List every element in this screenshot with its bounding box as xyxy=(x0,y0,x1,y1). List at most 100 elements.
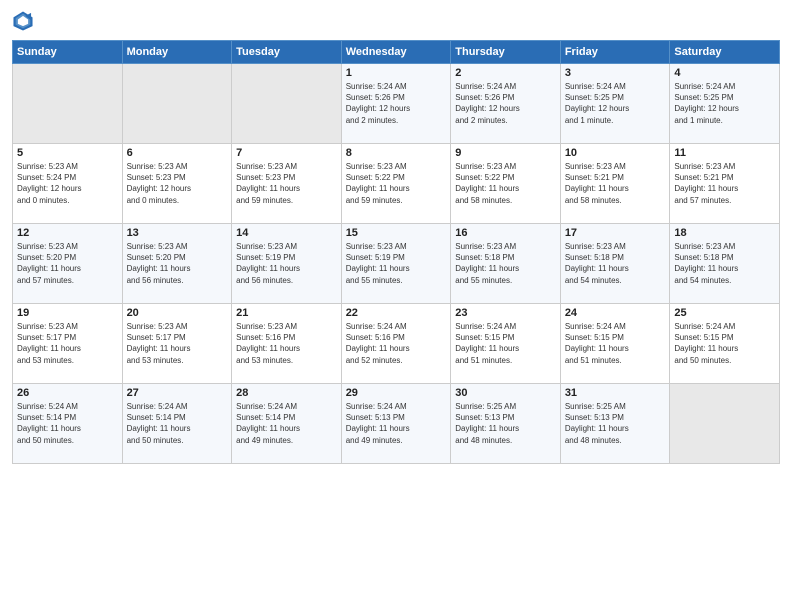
calendar-cell: 28 Sunrise: 5:24 AM Sunset: 5:14 PM Dayli… xyxy=(232,384,342,464)
day-info: Sunrise: 5:24 AM Sunset: 5:14 PM Dayligh… xyxy=(127,401,228,446)
day-info: Sunrise: 5:23 AM Sunset: 5:20 PM Dayligh… xyxy=(127,241,228,286)
day-number: 19 xyxy=(17,307,118,319)
day-info: Sunrise: 5:23 AM Sunset: 5:22 PM Dayligh… xyxy=(455,161,556,206)
calendar-week-5: 26 Sunrise: 5:24 AM Sunset: 5:14 PM Dayli… xyxy=(13,384,780,464)
calendar-cell: 5 Sunrise: 5:23 AM Sunset: 5:24 PM Daylig… xyxy=(13,144,123,224)
weekday-header-row: SundayMondayTuesdayWednesdayThursdayFrid… xyxy=(13,41,780,64)
day-number: 11 xyxy=(674,147,775,159)
day-number: 21 xyxy=(236,307,337,319)
day-number: 15 xyxy=(346,227,447,239)
day-info: Sunrise: 5:23 AM Sunset: 5:18 PM Dayligh… xyxy=(565,241,666,286)
calendar-cell: 14 Sunrise: 5:23 AM Sunset: 5:19 PM Dayli… xyxy=(232,224,342,304)
day-number: 29 xyxy=(346,387,447,399)
day-info: Sunrise: 5:23 AM Sunset: 5:19 PM Dayligh… xyxy=(236,241,337,286)
calendar-week-3: 12Sunrise: 5:23 AM Sunset: 5:20 PM Dayli… xyxy=(13,224,780,304)
day-info: Sunrise: 5:24 AM Sunset: 5:14 PM Dayligh… xyxy=(236,401,337,446)
day-number: 4 xyxy=(674,67,775,79)
day-info: Sunrise: 5:23 AM Sunset: 5:17 PM Dayligh… xyxy=(17,321,118,366)
calendar-cell: 6Sunrise: 5:23 AM Sunset: 5:23 PM Daylig… xyxy=(122,144,232,224)
day-info: Sunrise: 5:23 AM Sunset: 5:21 PM Dayligh… xyxy=(565,161,666,206)
day-info: Sunrise: 5:24 AM Sunset: 5:16 PM Dayligh… xyxy=(346,321,447,366)
day-number: 9 xyxy=(455,147,556,159)
day-number: 7 xyxy=(236,147,337,159)
day-number: 13 xyxy=(127,227,228,239)
day-info: Sunrise: 5:25 AM Sunset: 5:13 PM Dayligh… xyxy=(565,401,666,446)
calendar-cell: 31 Sunrise: 5:25 AM Sunset: 5:13 PM Dayli… xyxy=(560,384,670,464)
day-number: 31 xyxy=(565,387,666,399)
day-number: 28 xyxy=(236,387,337,399)
page-container: SundayMondayTuesdayWednesdayThursdayFrid… xyxy=(0,0,792,612)
day-info: Sunrise: 5:24 AM Sunset: 5:14 PM Dayligh… xyxy=(17,401,118,446)
calendar-cell xyxy=(232,64,342,144)
weekday-header-tuesday: Tuesday xyxy=(232,41,342,64)
day-info: Sunrise: 5:23 AM Sunset: 5:24 PM Dayligh… xyxy=(17,161,118,206)
day-info: Sunrise: 5:24 AM Sunset: 5:15 PM Dayligh… xyxy=(455,321,556,366)
day-number: 6 xyxy=(127,147,228,159)
calendar-cell: 2 Sunrise: 5:24 AM Sunset: 5:26 PM Daylig… xyxy=(451,64,561,144)
day-number: 2 xyxy=(455,67,556,79)
day-info: Sunrise: 5:23 AM Sunset: 5:17 PM Dayligh… xyxy=(127,321,228,366)
calendar-cell: 3 Sunrise: 5:24 AM Sunset: 5:25 PM Daylig… xyxy=(560,64,670,144)
day-number: 24 xyxy=(565,307,666,319)
day-number: 17 xyxy=(565,227,666,239)
calendar-week-4: 19 Sunrise: 5:23 AM Sunset: 5:17 PM Dayli… xyxy=(13,304,780,384)
day-info: Sunrise: 5:23 AM Sunset: 5:23 PM Dayligh… xyxy=(236,161,337,206)
weekday-header-monday: Monday xyxy=(122,41,232,64)
day-number: 1 xyxy=(346,67,447,79)
calendar-cell: 13 Sunrise: 5:23 AM Sunset: 5:20 PM Dayli… xyxy=(122,224,232,304)
day-number: 26 xyxy=(17,387,118,399)
day-info: Sunrise: 5:24 AM Sunset: 5:15 PM Dayligh… xyxy=(565,321,666,366)
calendar-cell: 9 Sunrise: 5:23 AM Sunset: 5:22 PM Daylig… xyxy=(451,144,561,224)
calendar-cell: 30Sunrise: 5:25 AM Sunset: 5:13 PM Dayli… xyxy=(451,384,561,464)
day-info: Sunrise: 5:23 AM Sunset: 5:16 PM Dayligh… xyxy=(236,321,337,366)
calendar-week-2: 5 Sunrise: 5:23 AM Sunset: 5:24 PM Daylig… xyxy=(13,144,780,224)
calendar-cell: 10 Sunrise: 5:23 AM Sunset: 5:21 PM Dayli… xyxy=(560,144,670,224)
day-info: Sunrise: 5:24 AM Sunset: 5:15 PM Dayligh… xyxy=(674,321,775,366)
calendar-table: SundayMondayTuesdayWednesdayThursdayFrid… xyxy=(12,40,780,464)
calendar-cell: 1 Sunrise: 5:24 AM Sunset: 5:26 PM Daylig… xyxy=(341,64,451,144)
weekday-header-friday: Friday xyxy=(560,41,670,64)
calendar-cell: 8Sunrise: 5:23 AM Sunset: 5:22 PM Daylig… xyxy=(341,144,451,224)
day-info: Sunrise: 5:24 AM Sunset: 5:25 PM Dayligh… xyxy=(565,81,666,126)
calendar-cell: 17 Sunrise: 5:23 AM Sunset: 5:18 PM Dayli… xyxy=(560,224,670,304)
day-info: Sunrise: 5:24 AM Sunset: 5:25 PM Dayligh… xyxy=(674,81,775,126)
day-info: Sunrise: 5:23 AM Sunset: 5:18 PM Dayligh… xyxy=(455,241,556,286)
calendar-cell: 29 Sunrise: 5:24 AM Sunset: 5:13 PM Dayli… xyxy=(341,384,451,464)
calendar-cell xyxy=(13,64,123,144)
day-info: Sunrise: 5:23 AM Sunset: 5:21 PM Dayligh… xyxy=(674,161,775,206)
calendar-cell: 7 Sunrise: 5:23 AM Sunset: 5:23 PM Daylig… xyxy=(232,144,342,224)
calendar-cell: 25 Sunrise: 5:24 AM Sunset: 5:15 PM Dayli… xyxy=(670,304,780,384)
calendar-cell: 18 Sunrise: 5:23 AM Sunset: 5:18 PM Dayli… xyxy=(670,224,780,304)
weekday-header-saturday: Saturday xyxy=(670,41,780,64)
day-number: 3 xyxy=(565,67,666,79)
day-info: Sunrise: 5:23 AM Sunset: 5:18 PM Dayligh… xyxy=(674,241,775,286)
day-info: Sunrise: 5:25 AM Sunset: 5:13 PM Dayligh… xyxy=(455,401,556,446)
calendar-week-1: 1 Sunrise: 5:24 AM Sunset: 5:26 PM Daylig… xyxy=(13,64,780,144)
calendar-cell: 21 Sunrise: 5:23 AM Sunset: 5:16 PM Dayli… xyxy=(232,304,342,384)
header xyxy=(12,10,780,32)
day-number: 16 xyxy=(455,227,556,239)
calendar-cell: 12Sunrise: 5:23 AM Sunset: 5:20 PM Dayli… xyxy=(13,224,123,304)
calendar-cell xyxy=(670,384,780,464)
day-number: 25 xyxy=(674,307,775,319)
day-info: Sunrise: 5:24 AM Sunset: 5:13 PM Dayligh… xyxy=(346,401,447,446)
weekday-header-sunday: Sunday xyxy=(13,41,123,64)
day-info: Sunrise: 5:23 AM Sunset: 5:20 PM Dayligh… xyxy=(17,241,118,286)
day-info: Sunrise: 5:24 AM Sunset: 5:26 PM Dayligh… xyxy=(346,81,447,126)
day-info: Sunrise: 5:24 AM Sunset: 5:26 PM Dayligh… xyxy=(455,81,556,126)
calendar-cell: 4 Sunrise: 5:24 AM Sunset: 5:25 PM Daylig… xyxy=(670,64,780,144)
day-number: 18 xyxy=(674,227,775,239)
day-number: 27 xyxy=(127,387,228,399)
calendar-cell: 27 Sunrise: 5:24 AM Sunset: 5:14 PM Dayli… xyxy=(122,384,232,464)
day-number: 23 xyxy=(455,307,556,319)
calendar-cell: 26 Sunrise: 5:24 AM Sunset: 5:14 PM Dayli… xyxy=(13,384,123,464)
day-number: 10 xyxy=(565,147,666,159)
calendar-cell: 24 Sunrise: 5:24 AM Sunset: 5:15 PM Dayli… xyxy=(560,304,670,384)
calendar-cell: 15 Sunrise: 5:23 AM Sunset: 5:19 PM Dayli… xyxy=(341,224,451,304)
calendar-cell: 19 Sunrise: 5:23 AM Sunset: 5:17 PM Dayli… xyxy=(13,304,123,384)
calendar-cell: 23 Sunrise: 5:24 AM Sunset: 5:15 PM Dayli… xyxy=(451,304,561,384)
day-number: 14 xyxy=(236,227,337,239)
day-info: Sunrise: 5:23 AM Sunset: 5:19 PM Dayligh… xyxy=(346,241,447,286)
day-number: 5 xyxy=(17,147,118,159)
day-number: 8 xyxy=(346,147,447,159)
